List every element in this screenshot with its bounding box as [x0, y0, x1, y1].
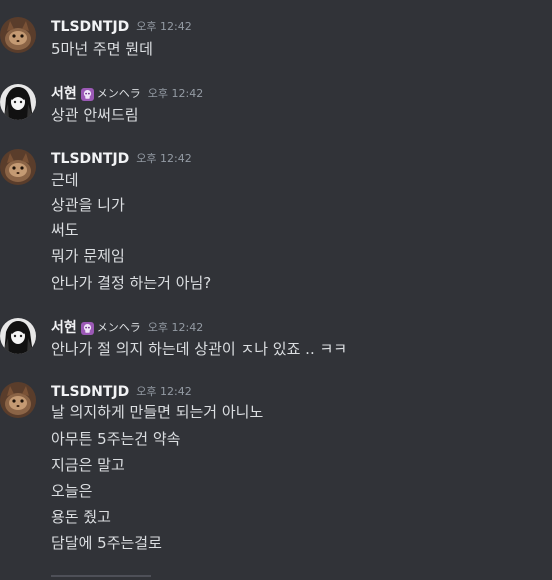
message-text[interactable]: 써도 — [51, 219, 79, 241]
timestamp[interactable]: 오후 12:42 — [136, 382, 191, 402]
message-header: TLSDNTJD 오후 12:42 — [51, 17, 192, 37]
server-tag-label: メンヘラ — [96, 87, 141, 100]
message-text[interactable]: 근데 — [51, 169, 79, 191]
message-header: 서현 メンヘラ 오후 12:42 — [51, 318, 203, 338]
avatar[interactable] — [0, 149, 36, 185]
message-text[interactable]: 뭐가 문제임 — [51, 245, 125, 267]
message-text[interactable]: 5마넌 주면 뭔데 — [51, 38, 153, 60]
server-tag-label: メンヘラ — [96, 321, 141, 334]
chat-message-list[interactable]: TLSDNTJD 오후 12:42 5마넌 주면 뭔데 서현 メンヘラ 오후 1… — [0, 0, 552, 580]
purple-skull-icon — [80, 321, 94, 335]
cat-avatar-icon — [0, 149, 36, 185]
message-text[interactable]: 오늘은 — [51, 480, 92, 502]
message-text[interactable]: 안나가 결정 하는거 아님? — [51, 272, 211, 294]
message-text[interactable]: 용돈 줬고 — [51, 506, 111, 528]
username[interactable]: 서현 — [51, 318, 77, 338]
timestamp[interactable]: 오후 12:42 — [136, 149, 191, 169]
message-text[interactable]: 상관을 니가 — [51, 194, 125, 216]
avatar[interactable] — [0, 84, 36, 120]
purple-skull-icon — [80, 87, 94, 101]
timestamp[interactable]: 오후 12:42 — [148, 84, 203, 104]
cat-avatar-icon — [0, 17, 36, 53]
cat-avatar-icon — [0, 382, 36, 418]
next-message-cutoff — [51, 574, 151, 580]
message-text[interactable]: 지금은 말고 — [51, 454, 125, 476]
message-text[interactable]: 아무튼 5주는건 약속 — [51, 428, 180, 450]
avatar[interactable] — [0, 17, 36, 53]
message-text[interactable]: 안나가 절 의지 하는데 상관이 ㅈ나 있죠 .. ㅋㅋ — [51, 338, 347, 360]
anime-girl-avatar-icon — [0, 84, 36, 120]
username[interactable]: 서현 — [51, 84, 77, 104]
message-text[interactable]: 날 의지하게 만들면 되는거 아니노 — [51, 401, 263, 423]
username[interactable]: TLSDNTJD — [51, 382, 129, 402]
message-text[interactable]: 상관 안써드림 — [51, 104, 139, 126]
anime-girl-avatar-icon — [0, 318, 36, 354]
message-header: TLSDNTJD 오후 12:42 — [51, 382, 192, 402]
message-header: 서현 メンヘラ 오후 12:42 — [51, 84, 203, 104]
timestamp[interactable]: 오후 12:42 — [148, 318, 203, 338]
username[interactable]: TLSDNTJD — [51, 17, 129, 37]
username[interactable]: TLSDNTJD — [51, 149, 129, 169]
server-tag[interactable]: メンヘラ — [80, 87, 141, 101]
message-text[interactable]: 담달에 5주는걸로 — [51, 532, 162, 554]
message-header: TLSDNTJD 오후 12:42 — [51, 149, 192, 169]
timestamp[interactable]: 오후 12:42 — [136, 17, 191, 37]
avatar[interactable] — [0, 318, 36, 354]
server-tag[interactable]: メンヘラ — [80, 321, 141, 335]
avatar[interactable] — [0, 382, 36, 418]
